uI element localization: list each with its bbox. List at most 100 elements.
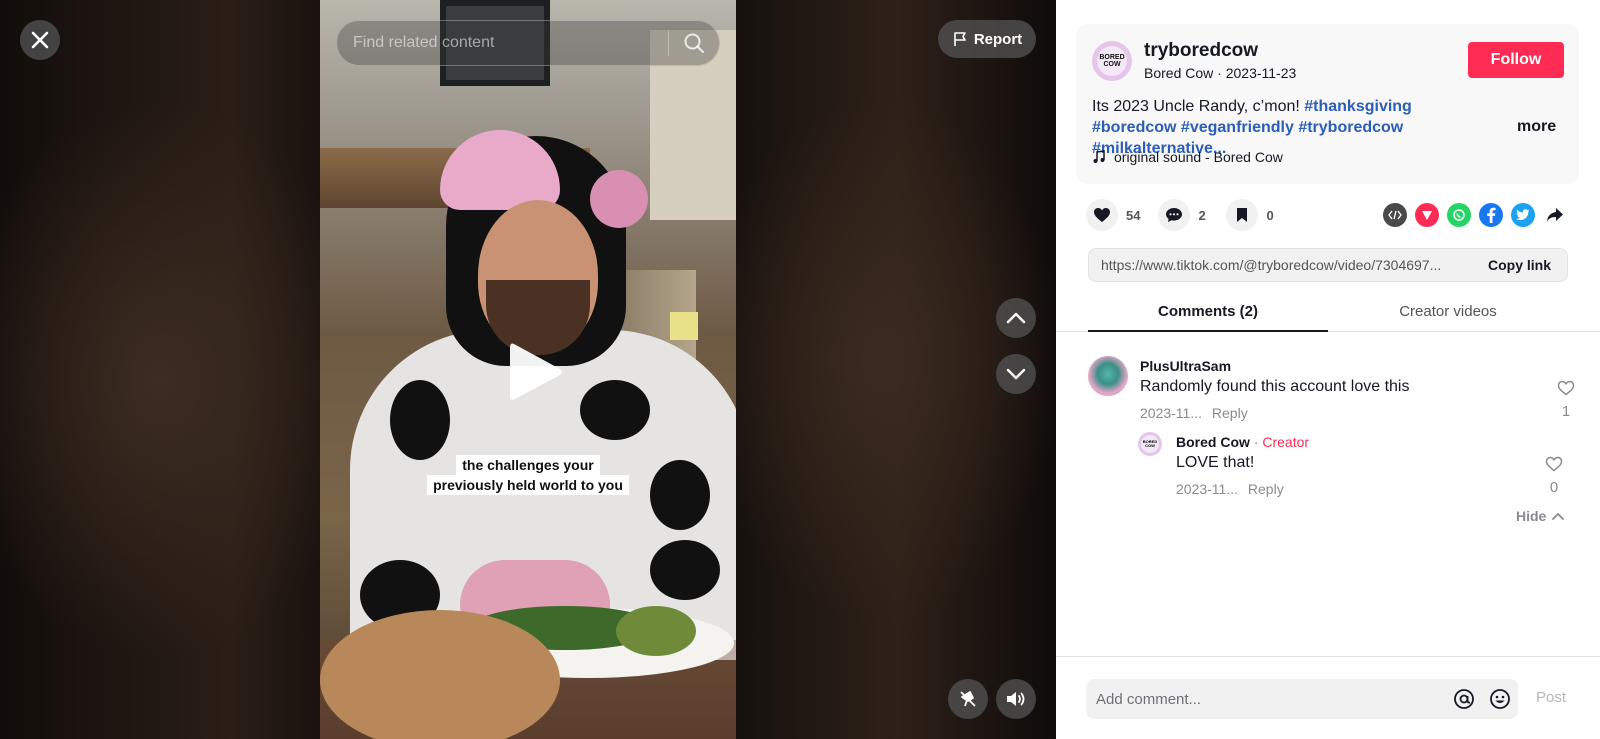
hide-replies-button[interactable]: Hide [1516,508,1565,524]
video-scene-cow-spot [650,460,710,530]
reply-text: LOVE that! [1176,454,1255,471]
video-scene-bread [320,610,560,739]
play-icon[interactable] [506,340,566,404]
chevron-up-icon [1006,312,1026,324]
comment-text: Randomly found this account love this [1140,378,1410,395]
panel-tabs: Comments (2) Creator videos [1056,296,1600,332]
save-action: 0 [1226,199,1276,231]
reply-meta: 2023-11... Reply [1176,481,1284,497]
comment-input[interactable] [1086,690,1446,708]
pin-off-icon [960,691,976,707]
previous-video-button[interactable] [996,298,1036,338]
mention-icon[interactable] [1446,679,1482,719]
reply-username-line: Bored Cow · Creator [1176,434,1309,450]
description-text: Its 2023 Uncle Randy, c’mon! [1092,98,1305,115]
search-input[interactable] [337,21,668,65]
video-scene-cow-spot [650,540,720,600]
sound-link[interactable]: original sound - Bored Cow [1092,149,1283,165]
comment-date: 2023-11... [1140,405,1203,421]
info-panel: BORED COW tryboredcow Bored Cow · 2023-1… [1056,0,1600,739]
comment-like-count: 1 [1561,403,1571,420]
music-note-icon [1093,150,1105,163]
video-scene-cow-spot [580,380,650,440]
follow-button[interactable]: Follow [1468,42,1564,78]
chevron-up-icon [1552,512,1565,520]
comment-bar: Post [1056,656,1600,739]
action-bar: 54 2 0 [1086,199,1294,231]
video-caption: the challenges your previously held worl… [420,455,636,495]
sound-label: original sound - Bored Cow [1114,149,1283,165]
chevron-down-icon [1006,368,1026,380]
bookmark-icon[interactable] [1226,199,1259,231]
heart-outline-icon [1545,456,1563,472]
volume-icon [1007,692,1025,706]
like-action: 54 [1086,199,1140,231]
caption-line: the challenges your [456,455,600,475]
comment-bubble-icon[interactable] [1158,199,1191,231]
hashtag-link[interactable]: #thanksgiving [1304,98,1412,115]
tab-comments[interactable]: Comments (2) [1088,296,1328,332]
twitter-icon[interactable] [1511,203,1535,227]
next-video-button[interactable] [996,354,1036,394]
video-link-box: https://www.tiktok.com/@tryboredcow/vide… [1088,248,1568,282]
float-player-button[interactable] [948,679,988,719]
author-card: BORED COW tryboredcow Bored Cow · 2023-1… [1076,24,1579,184]
comment-input-wrap [1086,679,1518,719]
video-scene-sprouts [616,606,696,656]
close-icon [31,31,49,49]
search-icon[interactable] [669,21,719,65]
flag-icon [954,32,966,46]
post-date: 2023-11-23 [1225,65,1297,81]
comment-meta: 2023-11... Reply [1140,405,1248,421]
author-username[interactable]: tryboredcow [1144,40,1258,62]
reply-like-count: 0 [1549,479,1559,496]
reply-button[interactable]: Reply [1212,405,1248,421]
video-scene-ear [590,170,648,228]
share-arrow-icon[interactable] [1543,203,1567,227]
author-display-name: Bored Cow [1144,65,1214,81]
video-link-text[interactable]: https://www.tiktok.com/@tryboredcow/vide… [1089,257,1472,273]
creator-badge: Creator [1262,434,1310,450]
author-avatar-logo: BORED COW [1097,46,1127,76]
author-avatar[interactable]: BORED COW [1092,41,1132,81]
copy-link-button[interactable]: Copy link [1471,257,1567,273]
commenter-avatar[interactable] [1088,356,1128,396]
commenter-username[interactable]: PlusUltraSam [1140,358,1231,374]
creator-separator: · [1249,434,1263,450]
report-label: Report [973,30,1023,48]
reply-avatar[interactable]: BORED COW [1138,432,1162,456]
more-link[interactable]: more [1517,118,1556,136]
tab-creator-videos[interactable]: Creator videos [1328,296,1568,332]
reply-button[interactable]: Reply [1248,481,1284,497]
volume-button[interactable] [996,679,1036,719]
author-subinfo: Bored Cow · 2023-11-23 [1144,65,1296,81]
close-button[interactable] [20,20,60,60]
save-count: 0 [1266,207,1274,223]
caption-line: previously held world to you [427,475,629,495]
comment-like[interactable]: 1 [1554,380,1578,420]
emoji-icon[interactable] [1482,679,1518,719]
reply-username[interactable]: Bored Cow [1176,434,1250,450]
reply-date: 2023-11... [1176,481,1239,497]
reply-like[interactable]: 0 [1542,456,1566,496]
embed-icon[interactable] [1383,203,1407,227]
whatsapp-icon[interactable] [1447,203,1471,227]
post-button[interactable]: Post [1536,689,1566,706]
send-to-friends-icon[interactable] [1415,203,1439,227]
share-row [1383,203,1567,227]
hashtag-link[interactable]: #veganfriendly [1181,119,1294,136]
heart-icon[interactable] [1086,199,1118,231]
comment-item: PlusUltraSam Randomly found this account… [1088,356,1578,426]
video-scene-sticky-note [670,312,698,340]
hashtag-link[interactable]: #boredcow [1092,119,1176,136]
facebook-icon[interactable] [1479,203,1503,227]
hide-label: Hide [1516,508,1547,524]
video-scene-cow-spot [390,380,450,460]
video-stage: the challenges your previously held worl… [0,0,1056,739]
report-button[interactable]: Report [938,20,1036,58]
subinfo-separator: · [1217,65,1226,81]
search-bar [336,20,720,66]
comment-action: 2 [1158,199,1208,231]
heart-outline-icon [1557,380,1575,396]
hashtag-link[interactable]: #tryboredcow [1298,119,1403,136]
